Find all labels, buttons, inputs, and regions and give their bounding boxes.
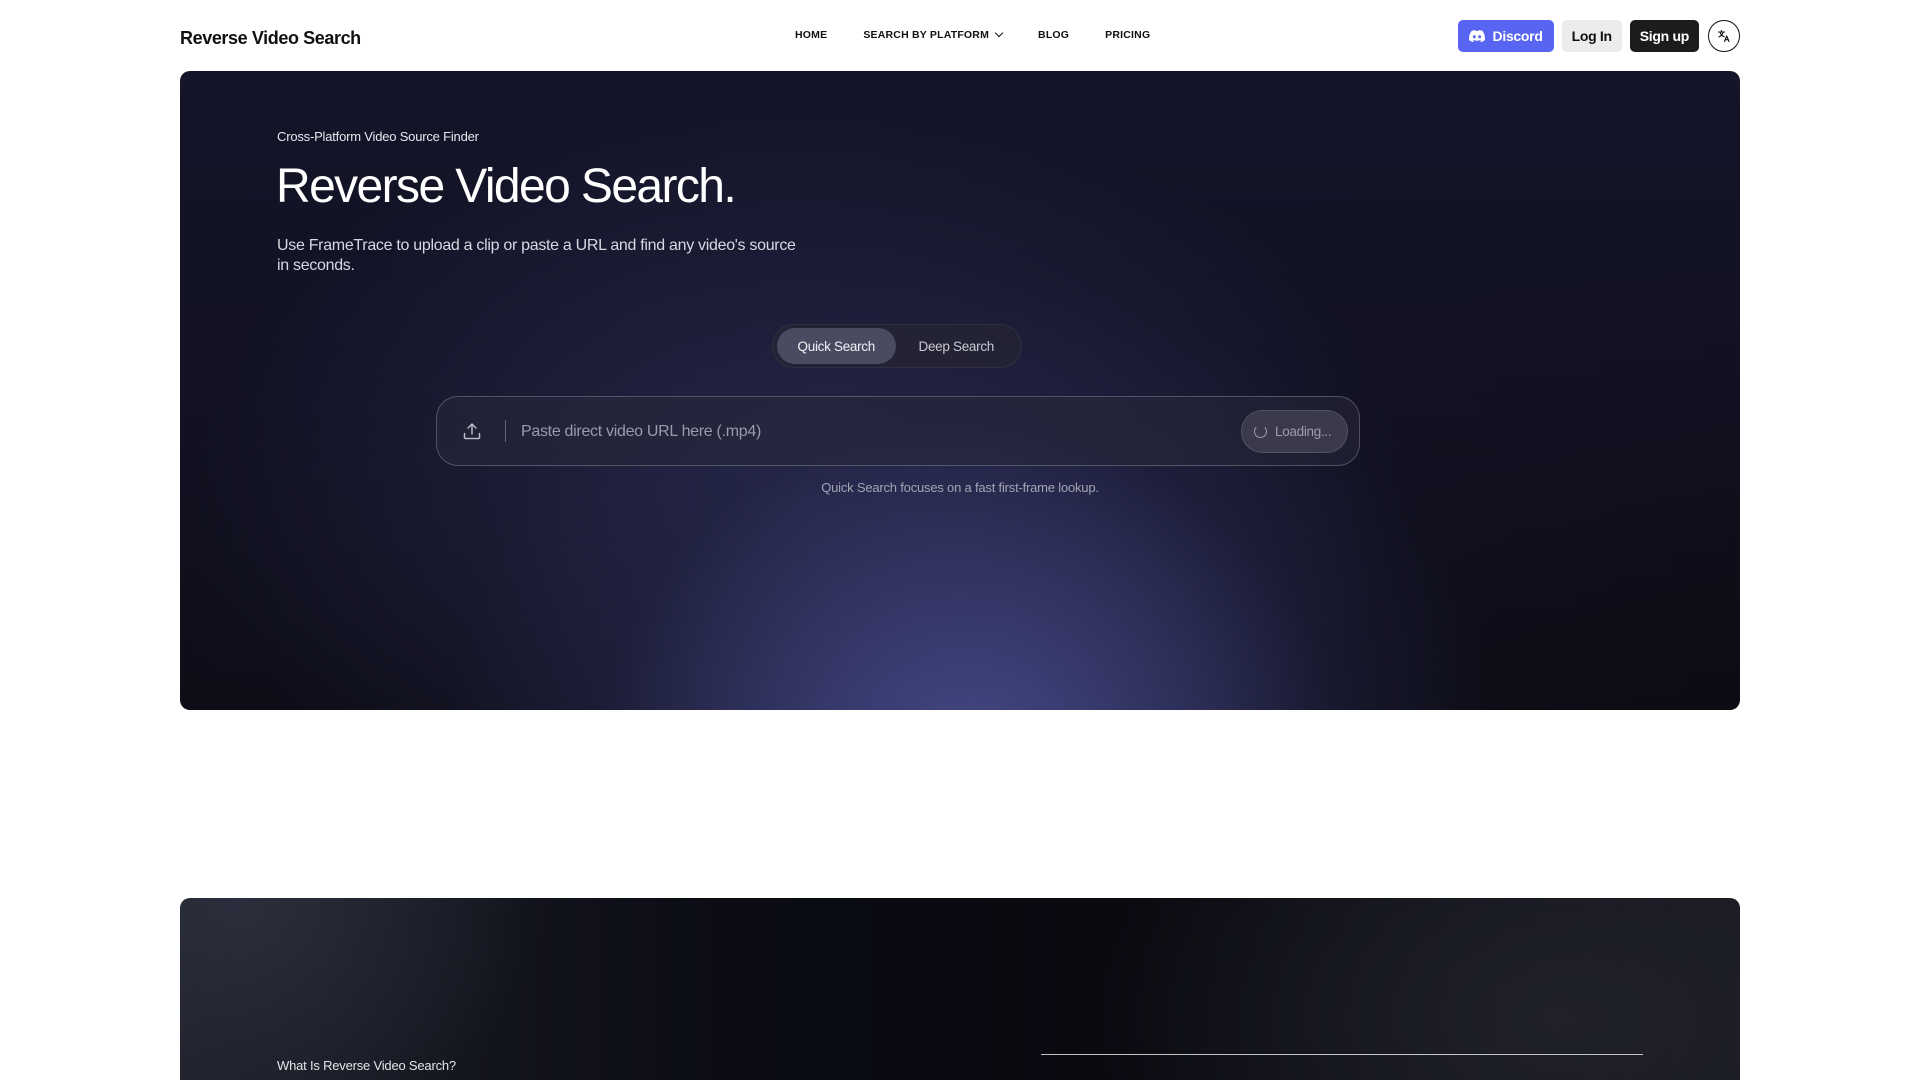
video-url-input[interactable] bbox=[521, 415, 1221, 449]
chevron-down-icon bbox=[994, 28, 1004, 38]
signup-button[interactable]: Sign up bbox=[1629, 20, 1699, 52]
nav-home-label: HOME bbox=[795, 29, 828, 41]
nav-search-by-platform-label: SEARCH BY PLATFORM bbox=[863, 29, 990, 41]
search-mode-toggle: Quick Search Deep Search bbox=[772, 324, 1022, 368]
hero-title: Reverse Video Search. bbox=[276, 160, 737, 213]
translate-icon bbox=[1717, 29, 1730, 43]
discord-icon bbox=[1468, 30, 1485, 42]
what-is-section: What Is Reverse Video Search? bbox=[180, 898, 1740, 1080]
upload-icon bbox=[463, 423, 481, 440]
hero-description: Use FrameTrace to upload a clip or paste… bbox=[277, 237, 796, 274]
nav-pricing[interactable]: PRICING bbox=[1105, 29, 1150, 41]
hero-section: Cross-Platform Video Source Finder Rever… bbox=[180, 71, 1740, 710]
search-hint: Quick Search focuses on a fast first-fra… bbox=[821, 480, 1099, 495]
quick-search-tab[interactable]: Quick Search bbox=[777, 328, 896, 364]
main-nav: HOME SEARCH BY PLATFORM BLOG PRICING bbox=[795, 28, 1186, 41]
language-button[interactable] bbox=[1708, 20, 1740, 52]
nav-blog-label: BLOG bbox=[1038, 29, 1070, 41]
nav-home[interactable]: HOME bbox=[795, 29, 827, 41]
hero-kicker: Cross-Platform Video Source Finder bbox=[277, 129, 479, 144]
site-header: Reverse Video Search HOME SEARCH BY PLAT… bbox=[0, 0, 1920, 72]
upload-button[interactable] bbox=[461, 420, 483, 442]
header-actions: Discord Log In Sign up bbox=[1457, 20, 1740, 52]
brand-logo[interactable]: Reverse Video Search bbox=[180, 28, 361, 49]
video-search-bar: Loading... bbox=[436, 396, 1360, 466]
login-button[interactable]: Log In bbox=[1561, 20, 1622, 52]
nav-blog[interactable]: BLOG bbox=[1038, 29, 1069, 41]
search-submit-label: Loading... bbox=[1275, 424, 1332, 439]
nav-search-by-platform[interactable]: SEARCH BY PLATFORM bbox=[863, 28, 1004, 41]
spinner-icon bbox=[1254, 425, 1267, 438]
search-divider bbox=[505, 420, 506, 442]
section-divider bbox=[1041, 1054, 1643, 1055]
section-title: What Is Reverse Video Search? bbox=[277, 1058, 456, 1073]
deep-search-tab[interactable]: Deep Search bbox=[896, 328, 1018, 364]
discord-button[interactable]: Discord bbox=[1457, 20, 1554, 52]
search-submit-button[interactable]: Loading... bbox=[1241, 410, 1348, 453]
nav-pricing-label: PRICING bbox=[1105, 29, 1151, 41]
discord-label: Discord bbox=[1492, 28, 1543, 44]
